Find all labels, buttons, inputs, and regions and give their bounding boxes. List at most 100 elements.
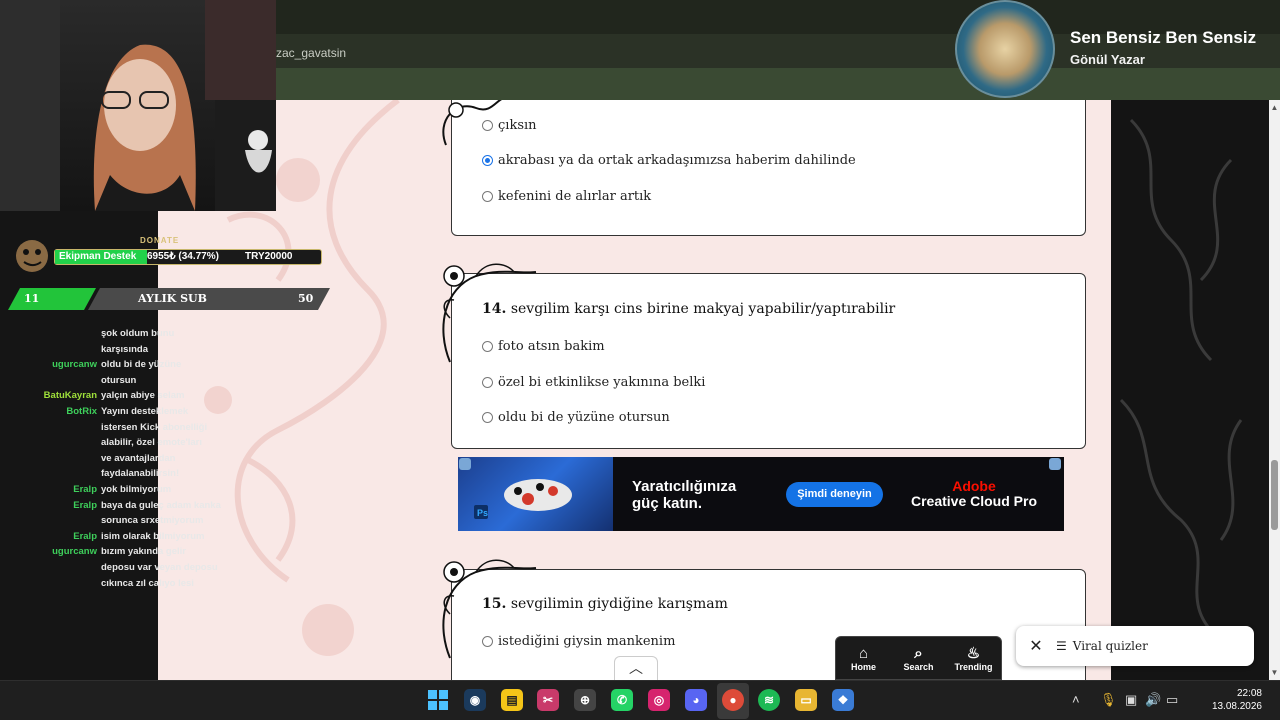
adobe-ad-banner[interactable]: Ps Yaratıcılığınıza güç katın. Şimdi den… — [458, 457, 1064, 531]
ad-brand: Adobe Creative Cloud Pro — [908, 479, 1040, 509]
option-label: akrabası ya da ortak arkadaşımızsa haber… — [498, 153, 856, 168]
chrome-alt-icon[interactable]: ⊕ — [574, 689, 596, 711]
chat-text: alabilir, özel emote'ları — [101, 437, 202, 449]
donate-progress-bar: Ekipman Destek 6955₺ (34.77%) TRY20000 — [54, 249, 322, 265]
donate-progress-text: 6955₺ (34.77%) — [147, 251, 219, 262]
chat-username: Eralp — [73, 483, 97, 495]
option-row-selected[interactable]: akrabası ya da ortak arkadaşımızsa haber… — [482, 153, 856, 168]
donate-label: Ekipman Destek — [59, 251, 137, 262]
chat-message: karşısında — [0, 342, 230, 358]
chevron-up-icon: ︿ — [629, 660, 643, 676]
frog-illustration: Ps — [474, 479, 572, 519]
viral-quizzes-bar: ✕ ☰ Viral quizler — [1016, 626, 1254, 666]
chat-username: ugurcanw — [52, 546, 97, 558]
damask-pattern — [1119, 118, 1243, 642]
sub-target: 50 — [298, 292, 314, 305]
volume-icon[interactable]: 🔊 — [1145, 692, 1161, 708]
chat-message: sorunca srxetmiyorum — [0, 513, 230, 529]
chat-username: BatuKayran — [43, 390, 97, 402]
file-explorer-icon[interactable]: ▭ — [795, 689, 817, 711]
radio-button[interactable] — [482, 191, 493, 202]
list-icon: ☰ — [1056, 639, 1067, 653]
ad-cta-button[interactable]: Şimdi deneyin — [786, 482, 883, 507]
whatsapp-icon[interactable]: ✆ — [611, 689, 633, 711]
sub-goal-fill — [8, 288, 96, 310]
sticky-notes-icon[interactable]: ▤ — [501, 689, 523, 711]
chat-message: Eralp isim olarak bilmiyorum — [0, 529, 230, 545]
nav-home-button[interactable]: ⌂ Home — [836, 637, 891, 679]
sub-goal-track — [88, 288, 330, 310]
chat-message: otursun — [0, 373, 230, 389]
bottom-navigation: ⌂ Home ⌕ Search ♨ Trending — [835, 636, 1002, 680]
option-row[interactable]: kefenini de alırlar artık — [482, 189, 651, 204]
scroll-thumb[interactable] — [1271, 460, 1278, 530]
chat-text: isim olarak bilmiyorum — [101, 530, 205, 542]
webcam-image — [0, 0, 276, 211]
chat-text: deposu var veyan deposu — [101, 561, 218, 573]
chat-text: karşısında — [101, 343, 148, 355]
ad-headline-line: güç katın. — [632, 495, 703, 512]
system-clock[interactable]: 22:08 13.08.2026 — [1190, 687, 1262, 713]
ad-info-icon[interactable] — [1049, 458, 1061, 470]
option-row[interactable]: özel bi etkinlikse yakınına belki — [482, 375, 705, 390]
radio-button[interactable] — [482, 377, 493, 388]
url-text[interactable]: zac_gavatsin — [276, 46, 346, 60]
chat-username — [0, 342, 101, 358]
quiz-page: çıksın akrabası ya da ortak arkadaşımızs… — [158, 100, 1111, 680]
chat-message: BotRix Yayını desteklemek — [0, 404, 230, 420]
chat-text: yok bilmiyorum — [101, 483, 172, 495]
question-card-14: 14. sevgilim karşı cins birine makyaj ya… — [451, 273, 1086, 449]
clock-time: 22:08 — [1236, 688, 1262, 699]
chat-text: sorunca srxetmiyorum — [101, 515, 204, 527]
radio-button-checked[interactable] — [482, 155, 493, 166]
nav-label: Trending — [954, 661, 993, 672]
instagram-icon[interactable]: ◎ — [648, 689, 670, 711]
microphone-icon[interactable]: 🎙 — [1100, 692, 1117, 708]
steam-icon[interactable]: ◉ — [464, 689, 486, 711]
chat-overlay: şok oldum bunu karşısında ugurcanw oldu bi … — [0, 326, 230, 591]
page-scrollbar[interactable]: ▲ ▼ — [1269, 100, 1280, 680]
radio-button[interactable] — [482, 412, 493, 423]
chat-message: şok oldum bunu — [0, 326, 230, 342]
svg-text:Ps: Ps — [477, 508, 488, 518]
chat-message: deposu var veyan deposu — [0, 560, 230, 576]
chat-text: bızım yakında gelir — [101, 546, 186, 558]
flourish-ornament-icon — [442, 263, 537, 363]
donate-mascot-icon — [16, 240, 48, 272]
close-icon[interactable]: ✕ — [1016, 636, 1056, 656]
chat-text: Yayını desteklemek — [101, 405, 189, 417]
song-title: Sen Bensiz Ben Sensiz — [1070, 28, 1257, 47]
discord-icon[interactable]: ◕ — [685, 689, 707, 711]
snipping-tool-icon[interactable]: ✂ — [537, 689, 559, 711]
scroll-down-icon[interactable]: ▼ — [1269, 667, 1280, 678]
chat-username: ugurcanw — [52, 359, 97, 371]
webcam-feed — [0, 0, 276, 211]
chat-text: oldu bi de yüzüne — [101, 359, 182, 371]
chat-message: BatuKayran yalçın abiye selam — [0, 388, 230, 404]
chat-username — [0, 420, 101, 436]
chat-message: ugurcanw bızım yakında gelir — [0, 544, 230, 560]
option-row[interactable]: oldu bi de yüzüne otursun — [482, 410, 670, 425]
chat-username — [0, 451, 101, 467]
chrome-icon[interactable]: ● — [722, 689, 744, 711]
chat-username — [0, 326, 101, 342]
spotify-icon[interactable]: ≋ — [758, 689, 780, 711]
scroll-to-top-button[interactable]: ︿ — [614, 656, 658, 680]
page-side-pattern — [1111, 100, 1269, 680]
viral-quizzes-link[interactable]: Viral quizler — [1073, 639, 1148, 653]
chat-text: istersen Kick abonelliği — [101, 421, 208, 433]
battery-icon[interactable]: ▭ — [1166, 692, 1178, 708]
network-icon[interactable]: ▣ — [1125, 692, 1137, 708]
ad-choices-icon[interactable] — [459, 458, 471, 470]
scroll-up-icon[interactable]: ▲ — [1269, 102, 1280, 113]
windows-start-icon[interactable] — [427, 689, 449, 711]
chat-text: baya da guleç adam kanka — [101, 499, 221, 511]
app-icon[interactable]: ❖ — [832, 689, 854, 711]
chevron-up-icon[interactable]: ˄ — [1072, 692, 1080, 707]
chat-message: Eralp yok bilmiyorum — [0, 482, 230, 498]
nav-trending-button[interactable]: ♨ Trending — [946, 637, 1001, 679]
nav-search-button[interactable]: ⌕ Search — [891, 637, 946, 679]
chat-text: otursun — [101, 374, 137, 386]
option-label: oldu bi de yüzüne otursun — [498, 410, 670, 425]
ad-artwork: Ps — [458, 457, 613, 531]
